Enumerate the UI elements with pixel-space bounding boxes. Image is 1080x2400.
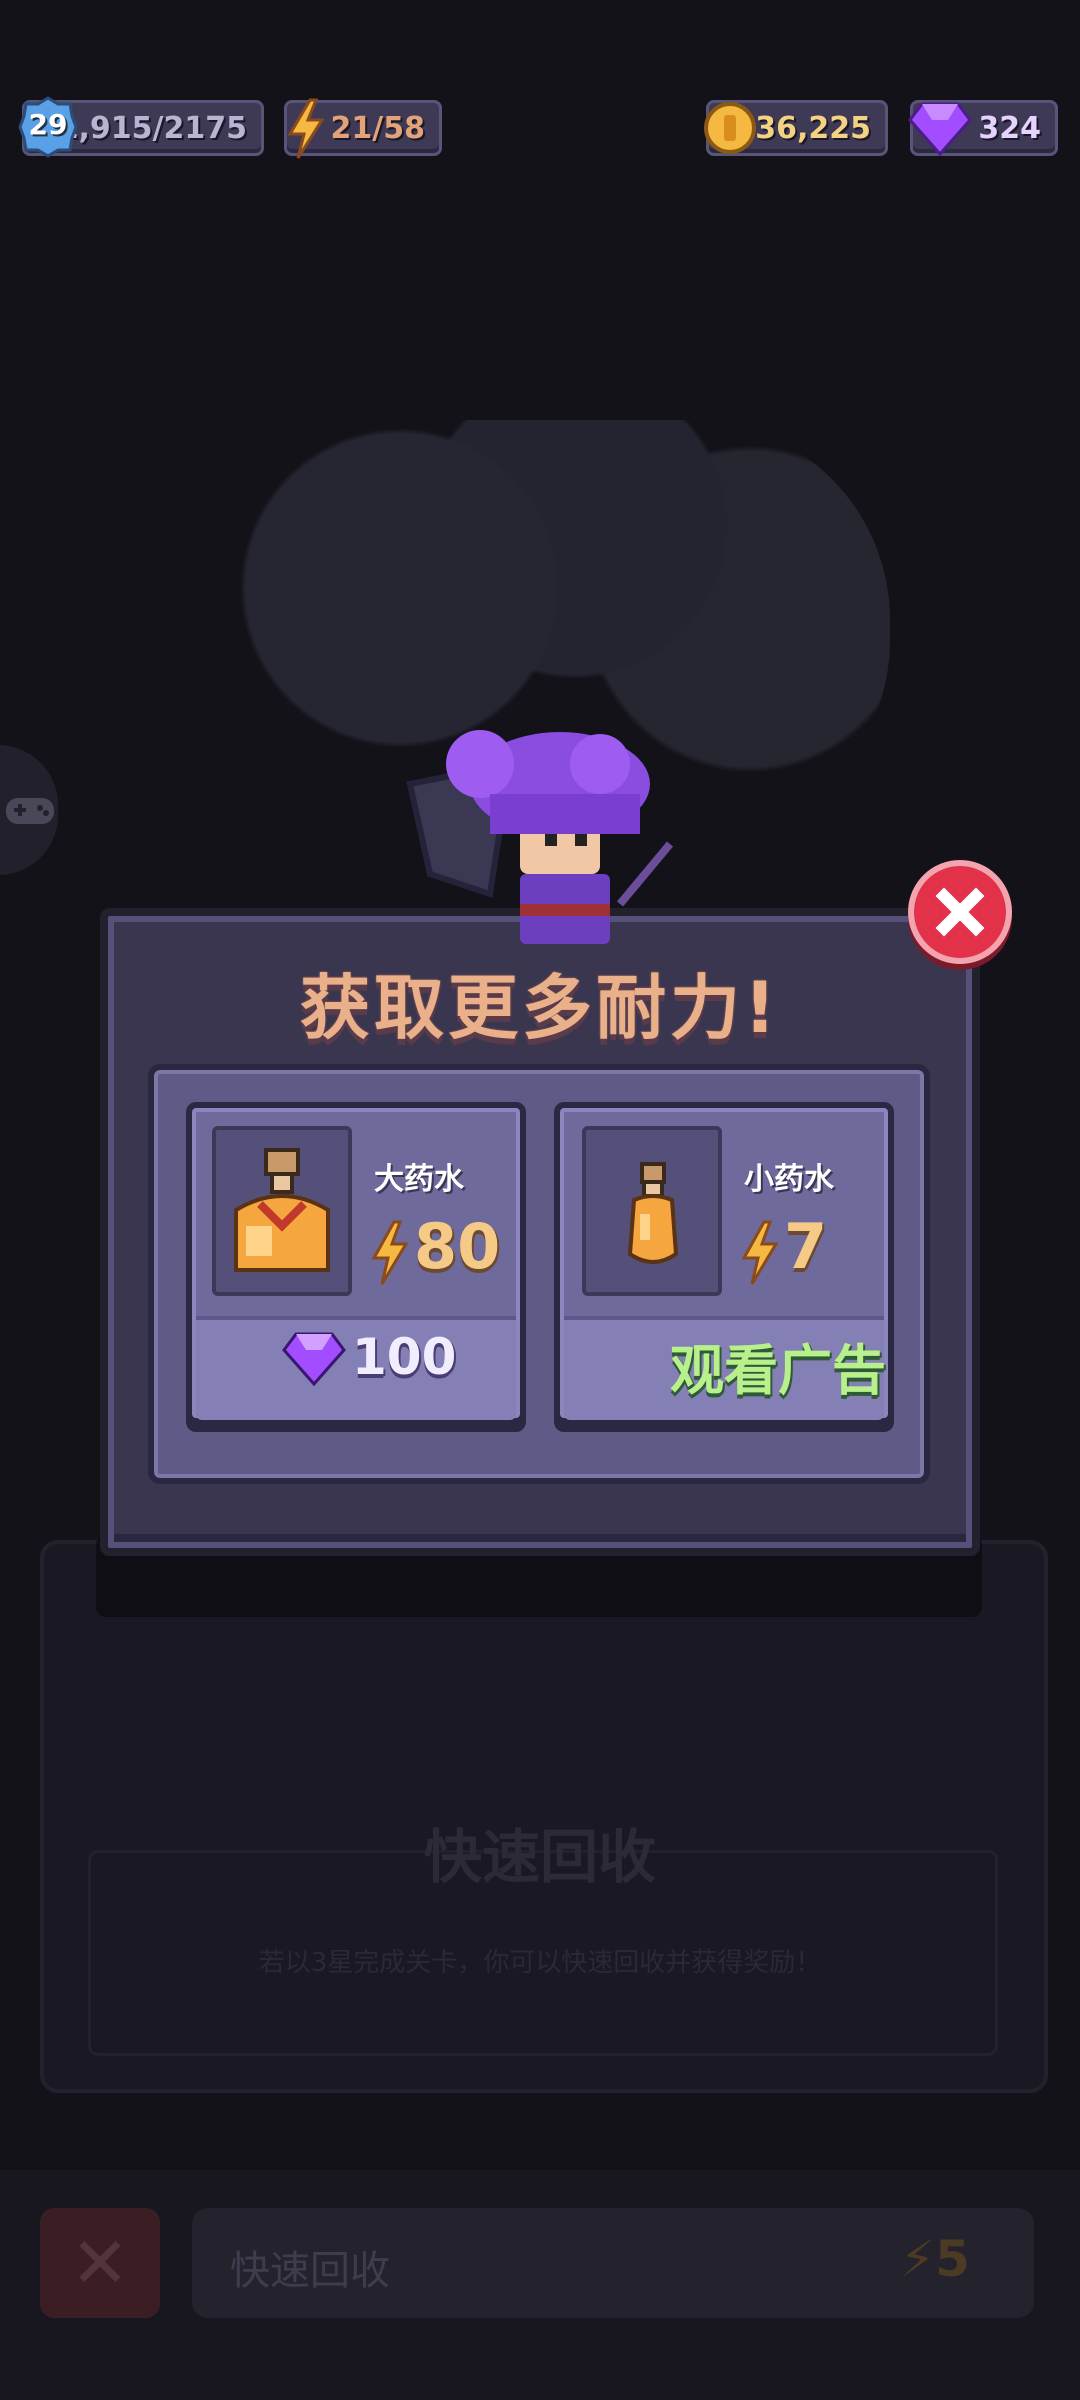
big-potion-price: 100 <box>352 1328 457 1386</box>
xp-value: 1,915/2175 <box>57 110 247 146</box>
quick-recycle-button-label: 快速回收 <box>230 2248 390 2294</box>
big-potion-icon-box <box>212 1126 352 1296</box>
level-value: 29 <box>28 108 68 141</box>
quick-recycle-cost: ⚡5 <box>900 2230 970 2288</box>
gem-value: 324 <box>978 110 1041 146</box>
side-gamepad-tab[interactable] <box>0 745 58 875</box>
gem-icon <box>282 1332 346 1386</box>
energy-icon <box>287 98 325 159</box>
gem-icon <box>908 102 972 156</box>
big-potion-energy-amount: 80 <box>414 1210 501 1283</box>
fairy-character <box>406 730 674 944</box>
coin-icon <box>704 102 756 154</box>
energy-value: 21/58 <box>330 110 425 146</box>
quick-recycle-title: 快速回收 <box>423 1823 656 1891</box>
small-potion-energy-amount: 7 <box>784 1210 828 1283</box>
close-icon <box>935 887 985 937</box>
small-potion-icon-box <box>582 1126 722 1296</box>
energy-icon: ⚡ <box>900 2230 936 2288</box>
gamepad-icon <box>6 798 54 824</box>
small-potion-name: 小药水 <box>744 1162 834 1197</box>
modal-title: 获取更多耐力! <box>300 967 780 1049</box>
bottom-close-button[interactable]: ✕ <box>40 2208 160 2318</box>
small-potion-icon <box>627 1162 679 1264</box>
big-potion-name: 大药水 <box>374 1162 464 1197</box>
modal-close-button[interactable] <box>908 860 1012 964</box>
watch-ad-label: 观看广告 <box>670 1339 886 1402</box>
big-potion-icon <box>234 1148 330 1272</box>
quick-recycle-description: 若以3星完成关卡，你可以快速回收并获得奖励！ <box>258 1948 822 1978</box>
level-badge: 29 <box>18 96 78 158</box>
energy-icon <box>371 1220 409 1285</box>
coin-value: 36,225 <box>755 110 871 146</box>
energy-icon <box>741 1220 779 1285</box>
